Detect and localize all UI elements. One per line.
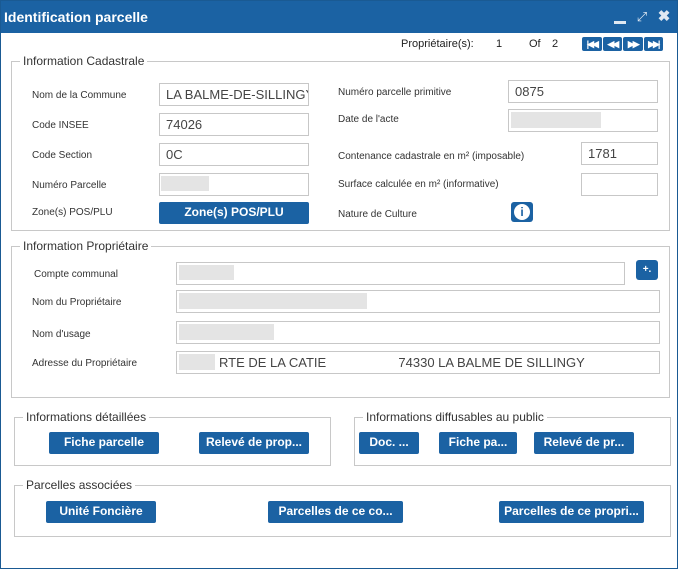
redacted-adresse [179,354,215,370]
minimize-icon[interactable] [613,10,627,24]
identification-window: Identification parcelle ⤢ ✖ Propriétaire… [0,0,678,569]
usage-label: Nom d'usage [32,329,91,340]
details-legend: Informations détaillées [23,410,150,424]
adresse-label: Adresse du Propriétaire [32,358,138,369]
contenance-field[interactable]: 1781 [581,142,658,165]
pager-label: Propriétaire(s): [401,38,474,50]
commune-field[interactable]: LA BALME-DE-SILLINGY [159,83,309,106]
nom-label: Nom du Propriétaire [32,297,122,308]
info-icon: i [514,204,530,220]
section-label: Code Section [32,150,93,161]
cadastre-legend: Information Cadastrale [20,54,148,68]
proprietaire-legend: Information Propriétaire [20,239,152,253]
close-icon[interactable]: ✖ [657,9,671,24]
compte-label: Compte communal [34,269,118,280]
public-releve-button[interactable]: Relevé de pr... [534,432,634,454]
section-field[interactable]: 0C [159,143,309,166]
maximize-icon[interactable]: ⤢ [635,10,649,24]
add-compte-button[interactable]: +. [636,260,658,280]
contenance-label: Contenance cadastrale en m² (imposable) [338,151,525,162]
culture-info-button[interactable]: i [511,202,533,222]
adresse-field[interactable]: RTE DE LA CATIE 74330 LA BALME DE SILLIN… [176,351,660,374]
commune-label: Nom de la Commune [32,90,127,101]
redacted-nom [179,293,367,309]
insee-label: Code INSEE [32,120,89,131]
prev-page-button[interactable]: ◀◀ [602,37,622,51]
pager-current: 1 [496,38,503,50]
redacted-usage [179,324,274,340]
first-page-button[interactable]: |◀◀ [582,37,602,51]
redacted-compte [179,265,234,280]
surface-label: Surface calculée en m² (informative) [338,179,499,190]
primitive-field[interactable]: 0875 [508,80,658,103]
numero-label: Numéro Parcelle [32,180,107,191]
pager-nav: |◀◀ ◀◀ ▶▶ ▶▶| [582,37,663,51]
acte-label: Date de l'acte [338,114,399,125]
next-page-button[interactable]: ▶▶ [623,37,643,51]
parcelles-compte-button[interactable]: Parcelles de ce co... [268,501,403,523]
releve-propriete-button[interactable]: Relevé de prop... [199,432,309,454]
pager-total: 2 [552,38,559,50]
redacted-numero [161,176,209,191]
zone-pos-plu-button[interactable]: Zone(s) POS/PLU [159,202,309,224]
pager-of: Of [529,38,541,50]
fiche-parcelle-button[interactable]: Fiche parcelle [49,432,159,454]
compte-field[interactable] [176,262,625,285]
title-bar[interactable]: Identification parcelle ⤢ ✖ [1,1,677,33]
last-page-button[interactable]: ▶▶| [643,37,663,51]
public-fiche-button[interactable]: Fiche pa... [439,432,517,454]
zone-label: Zone(s) POS/PLU [32,207,113,218]
redacted-acte [511,112,601,128]
public-doc-button[interactable]: Doc. ... [359,432,419,454]
public-legend: Informations diffusables au public [363,410,547,424]
insee-field[interactable]: 74026 [159,113,309,136]
surface-field[interactable] [581,173,658,196]
parcelles-proprietaire-button[interactable]: Parcelles de ce propri... [499,501,644,523]
primitive-label: Numéro parcelle primitive [338,87,452,98]
unite-fonciere-button[interactable]: Unité Foncière [46,501,156,523]
culture-label: Nature de Culture [338,209,417,220]
associees-legend: Parcelles associées [23,478,136,492]
window-title: Identification parcelle [4,9,148,25]
